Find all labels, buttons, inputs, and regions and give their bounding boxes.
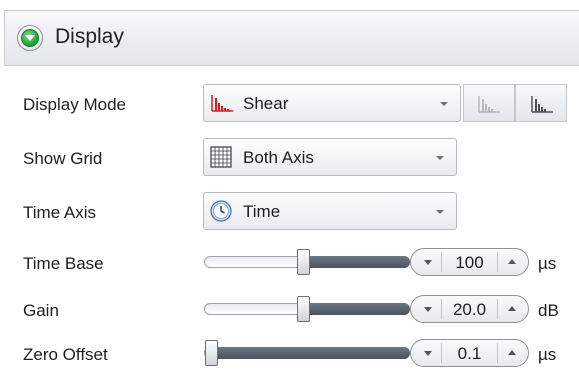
time-base-slider-thumb[interactable] — [297, 249, 310, 275]
slider-fill — [216, 347, 410, 359]
time-base-spinner[interactable]: 100 — [410, 248, 529, 276]
decrement-arrow-icon[interactable] — [424, 351, 432, 356]
clock-icon — [210, 200, 232, 222]
waveform-filled-button[interactable] — [515, 84, 567, 122]
shear-waveform-icon — [211, 95, 233, 112]
display-mode-value: Shear — [243, 94, 289, 113]
section-title: Display — [55, 25, 124, 48]
zero-offset-unit: µs — [538, 345, 557, 364]
chevron-down-icon — [436, 156, 444, 160]
gain-slider-thumb[interactable] — [297, 296, 310, 322]
time-base-value[interactable]: 100 — [441, 253, 498, 273]
gain-slider[interactable] — [204, 296, 410, 322]
waveform-outline-button[interactable] — [463, 84, 515, 122]
zero-offset-label: Zero Offset — [23, 345, 108, 364]
time-base-slider[interactable] — [204, 249, 410, 275]
increment-arrow-icon[interactable] — [508, 259, 516, 264]
display-section-header[interactable]: Display — [4, 10, 579, 66]
zero-offset-value[interactable]: 0.1 — [441, 344, 498, 364]
display-panel: Display Display Mode Shear Show Grid Bot… — [0, 0, 579, 383]
grid-icon — [210, 146, 232, 168]
time-base-unit: µs — [538, 254, 557, 273]
show-grid-label: Show Grid — [23, 149, 103, 168]
chevron-down-icon — [436, 210, 444, 214]
slider-fill — [308, 256, 410, 268]
display-mode-label: Display Mode — [23, 95, 126, 114]
increment-arrow-icon[interactable] — [508, 350, 516, 355]
divider — [497, 252, 498, 272]
show-grid-value: Both Axis — [243, 148, 314, 167]
time-axis-label: Time Axis — [23, 203, 97, 222]
divider — [497, 299, 498, 319]
zero-offset-spinner[interactable]: 0.1 — [410, 339, 529, 367]
gain-spinner[interactable]: 20.0 — [410, 295, 529, 323]
decrement-arrow-icon[interactable] — [424, 260, 432, 265]
zero-offset-slider[interactable] — [204, 340, 410, 366]
show-grid-dropdown[interactable]: Both Axis — [203, 138, 457, 176]
time-axis-value: Time — [243, 202, 281, 221]
collapse-chevron-icon[interactable] — [17, 25, 43, 51]
slider-fill — [308, 303, 410, 315]
waveform-filled-icon — [531, 96, 553, 113]
time-base-label: Time Base — [23, 254, 104, 273]
zero-offset-slider-thumb[interactable] — [205, 340, 218, 366]
gain-unit: dB — [538, 301, 559, 320]
gain-label: Gain — [23, 301, 59, 320]
time-axis-dropdown[interactable]: Time — [203, 192, 457, 230]
waveform-outline-icon — [478, 96, 500, 113]
increment-arrow-icon[interactable] — [508, 306, 516, 311]
chevron-down-icon — [440, 102, 448, 106]
decrement-arrow-icon[interactable] — [424, 307, 432, 312]
divider — [497, 343, 498, 363]
display-mode-dropdown[interactable]: Shear — [203, 84, 461, 122]
gain-value[interactable]: 20.0 — [441, 300, 498, 320]
